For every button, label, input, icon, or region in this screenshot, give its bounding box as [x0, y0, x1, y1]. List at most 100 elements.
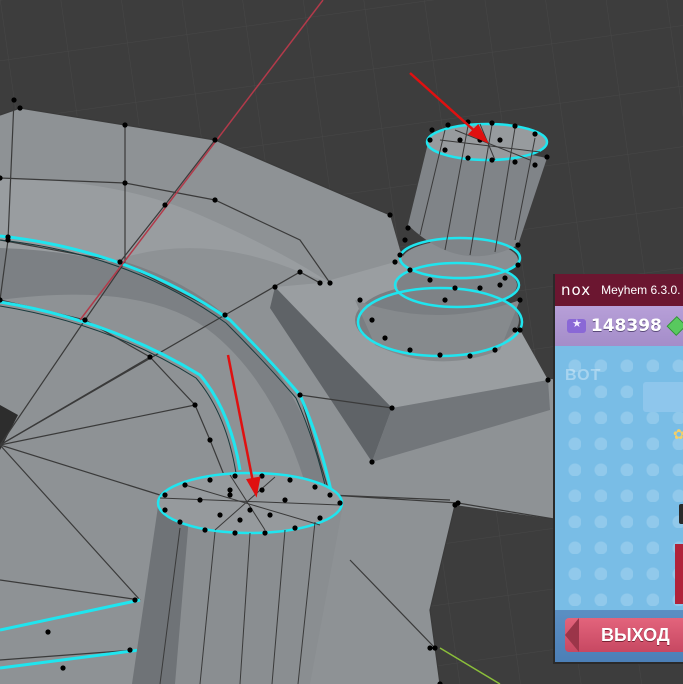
mesh-vertex[interactable] [457, 137, 463, 143]
mesh-vertex[interactable] [515, 262, 521, 268]
mesh-vertex[interactable] [259, 487, 265, 493]
mesh-vertex[interactable] [532, 131, 538, 137]
mesh-vertex[interactable] [5, 237, 11, 243]
mesh-vertex[interactable] [192, 402, 198, 408]
mesh-vertex[interactable] [45, 629, 51, 635]
mesh-vertex[interactable] [182, 482, 188, 488]
mesh-vertex[interactable] [452, 285, 458, 291]
mesh-vertex[interactable] [237, 517, 243, 523]
mesh-vertex[interactable] [489, 120, 495, 126]
mesh-vertex[interactable] [267, 512, 273, 518]
mesh-vertex[interactable] [369, 317, 375, 323]
mesh-vertex[interactable] [197, 497, 203, 503]
exit-button[interactable]: ВЫХОД [565, 618, 683, 652]
mesh-vertex[interactable] [477, 285, 483, 291]
mesh-vertex[interactable] [427, 277, 433, 283]
mesh-vertex[interactable] [317, 280, 323, 286]
mesh-vertex[interactable] [82, 317, 88, 323]
mesh-vertex[interactable] [327, 280, 333, 286]
mesh-vertex[interactable] [452, 502, 458, 508]
mesh-vertex[interactable] [442, 297, 448, 303]
mesh-vertex[interactable] [512, 123, 518, 129]
mesh-vertex[interactable] [402, 237, 408, 243]
mesh-vertex[interactable] [357, 297, 363, 303]
mesh-vertex[interactable] [445, 122, 451, 128]
mesh-vertex[interactable] [432, 645, 438, 651]
mesh-vertex[interactable] [232, 473, 238, 479]
mesh-vertex[interactable] [317, 515, 323, 521]
mesh-vertex[interactable] [207, 477, 213, 483]
mesh-vertex[interactable] [397, 252, 403, 258]
mesh-vertex[interactable] [532, 162, 538, 168]
mesh-vertex[interactable] [162, 202, 168, 208]
mesh-vertex[interactable] [282, 497, 288, 503]
mesh-vertex[interactable] [544, 154, 550, 160]
mesh-vertex[interactable] [162, 492, 168, 498]
mesh-vertex[interactable] [467, 353, 473, 359]
mesh-vertex[interactable] [232, 530, 238, 536]
mesh-vertex[interactable] [127, 647, 133, 653]
mesh-vertex[interactable] [512, 327, 518, 333]
coins-value: 148398 [590, 316, 662, 336]
mesh-vertex[interactable] [389, 405, 395, 411]
mesh-vertex[interactable] [177, 519, 183, 525]
mesh-vertex[interactable] [212, 137, 218, 143]
mesh-vertex[interactable] [147, 354, 153, 360]
mesh-vertex[interactable] [60, 665, 66, 671]
mesh-vertex[interactable] [217, 512, 223, 518]
mesh-vertex[interactable] [227, 487, 233, 493]
nox-titlebar[interactable]: nox Meyhem 6.3.0. [555, 274, 683, 306]
mesh-vertex[interactable] [337, 500, 343, 506]
mesh-vertex[interactable] [382, 335, 388, 341]
mesh-vertex[interactable] [517, 327, 523, 333]
mesh-vertex[interactable] [437, 352, 443, 358]
mesh-vertex[interactable] [492, 347, 498, 353]
mesh-vertex[interactable] [202, 527, 208, 533]
mesh-vertex[interactable] [429, 127, 435, 133]
mesh-vertex[interactable] [465, 155, 471, 161]
mesh-vertex[interactable] [17, 105, 23, 111]
mesh-vertex[interactable] [222, 312, 228, 318]
game-bottom-bar: ВЫХОД [555, 610, 683, 662]
mesh-vertex[interactable] [122, 180, 128, 186]
mesh-vertex[interactable] [405, 225, 411, 231]
mesh-vertex[interactable] [207, 437, 213, 443]
gem-icon[interactable] [666, 316, 683, 336]
mesh-vertex[interactable] [272, 284, 278, 290]
mesh-vertex[interactable] [515, 242, 521, 248]
ticket-icon [567, 317, 586, 333]
mesh-vertex[interactable] [227, 492, 233, 498]
mesh-vertex[interactable] [427, 645, 433, 651]
mesh-vertex[interactable] [292, 525, 298, 531]
mesh-vertex[interactable] [132, 597, 138, 603]
mesh-vertex[interactable] [117, 259, 123, 265]
mesh-vertex[interactable] [297, 269, 303, 275]
mesh-vertex[interactable] [407, 347, 413, 353]
mesh-vertex[interactable] [497, 137, 503, 143]
mesh-vertex[interactable] [489, 157, 495, 163]
mesh-vertex[interactable] [407, 267, 413, 273]
mesh-vertex[interactable] [392, 259, 398, 265]
promo-panel[interactable] [643, 382, 683, 412]
mesh-vertex[interactable] [327, 492, 333, 498]
game-currency-bar: 148398 [555, 306, 683, 346]
mesh-vertex[interactable] [497, 282, 503, 288]
mesh-vertex[interactable] [122, 122, 128, 128]
mesh-vertex[interactable] [369, 459, 375, 465]
mesh-vertex[interactable] [442, 147, 448, 153]
mesh-vertex[interactable] [427, 137, 433, 143]
mesh-vertex[interactable] [545, 377, 551, 383]
mesh-vertex[interactable] [312, 484, 318, 490]
mesh-vertex[interactable] [212, 197, 218, 203]
mesh-vertex[interactable] [287, 477, 293, 483]
mesh-vertex[interactable] [512, 159, 518, 165]
nox-emulator-window[interactable]: nox Meyhem 6.3.0. 148398 ВОТ ✿ ВЫХОД [553, 274, 683, 664]
mesh-vertex[interactable] [11, 97, 17, 103]
mesh-vertex[interactable] [502, 275, 508, 281]
mesh-vertex[interactable] [162, 507, 168, 513]
mesh-vertex[interactable] [387, 212, 393, 218]
mesh-vertex[interactable] [517, 297, 523, 303]
mesh-vertex[interactable] [297, 392, 303, 398]
mesh-vertex[interactable] [262, 530, 268, 536]
mesh-vertex[interactable] [247, 507, 253, 513]
